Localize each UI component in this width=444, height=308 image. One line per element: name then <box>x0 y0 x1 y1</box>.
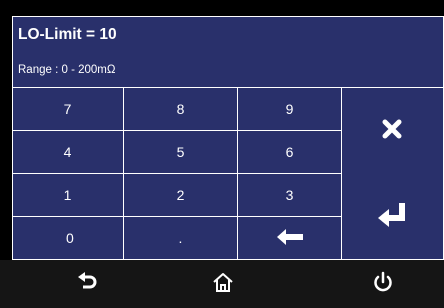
home-icon <box>212 271 234 298</box>
key-3[interactable]: 3 <box>238 174 341 216</box>
back-arrow-icon <box>77 271 99 298</box>
enter-icon <box>378 203 406 230</box>
key-5[interactable]: 5 <box>124 131 237 173</box>
key-8[interactable]: 8 <box>124 88 237 130</box>
home-button[interactable] <box>193 260 253 308</box>
enter-button[interactable] <box>342 174 442 259</box>
key-1[interactable]: 1 <box>12 174 123 216</box>
power-icon <box>372 271 394 298</box>
clear-button[interactable] <box>342 88 442 173</box>
key-dot[interactable]: . <box>124 217 237 259</box>
range-label: Range : 0 - 200mΩ <box>18 64 116 76</box>
close-icon <box>382 119 402 142</box>
key-4[interactable]: 4 <box>12 131 123 173</box>
key-0[interactable]: 0 <box>12 217 123 259</box>
key-7[interactable]: 7 <box>12 88 123 130</box>
backspace-arrow-icon <box>276 228 303 248</box>
power-button[interactable] <box>353 260 413 308</box>
key-2[interactable]: 2 <box>124 174 237 216</box>
page-title: LO-Limit = 10 <box>18 26 117 43</box>
key-9[interactable]: 9 <box>238 88 341 130</box>
key-6[interactable]: 6 <box>238 131 341 173</box>
back-button[interactable] <box>58 260 118 308</box>
backspace-button[interactable] <box>238 217 341 259</box>
